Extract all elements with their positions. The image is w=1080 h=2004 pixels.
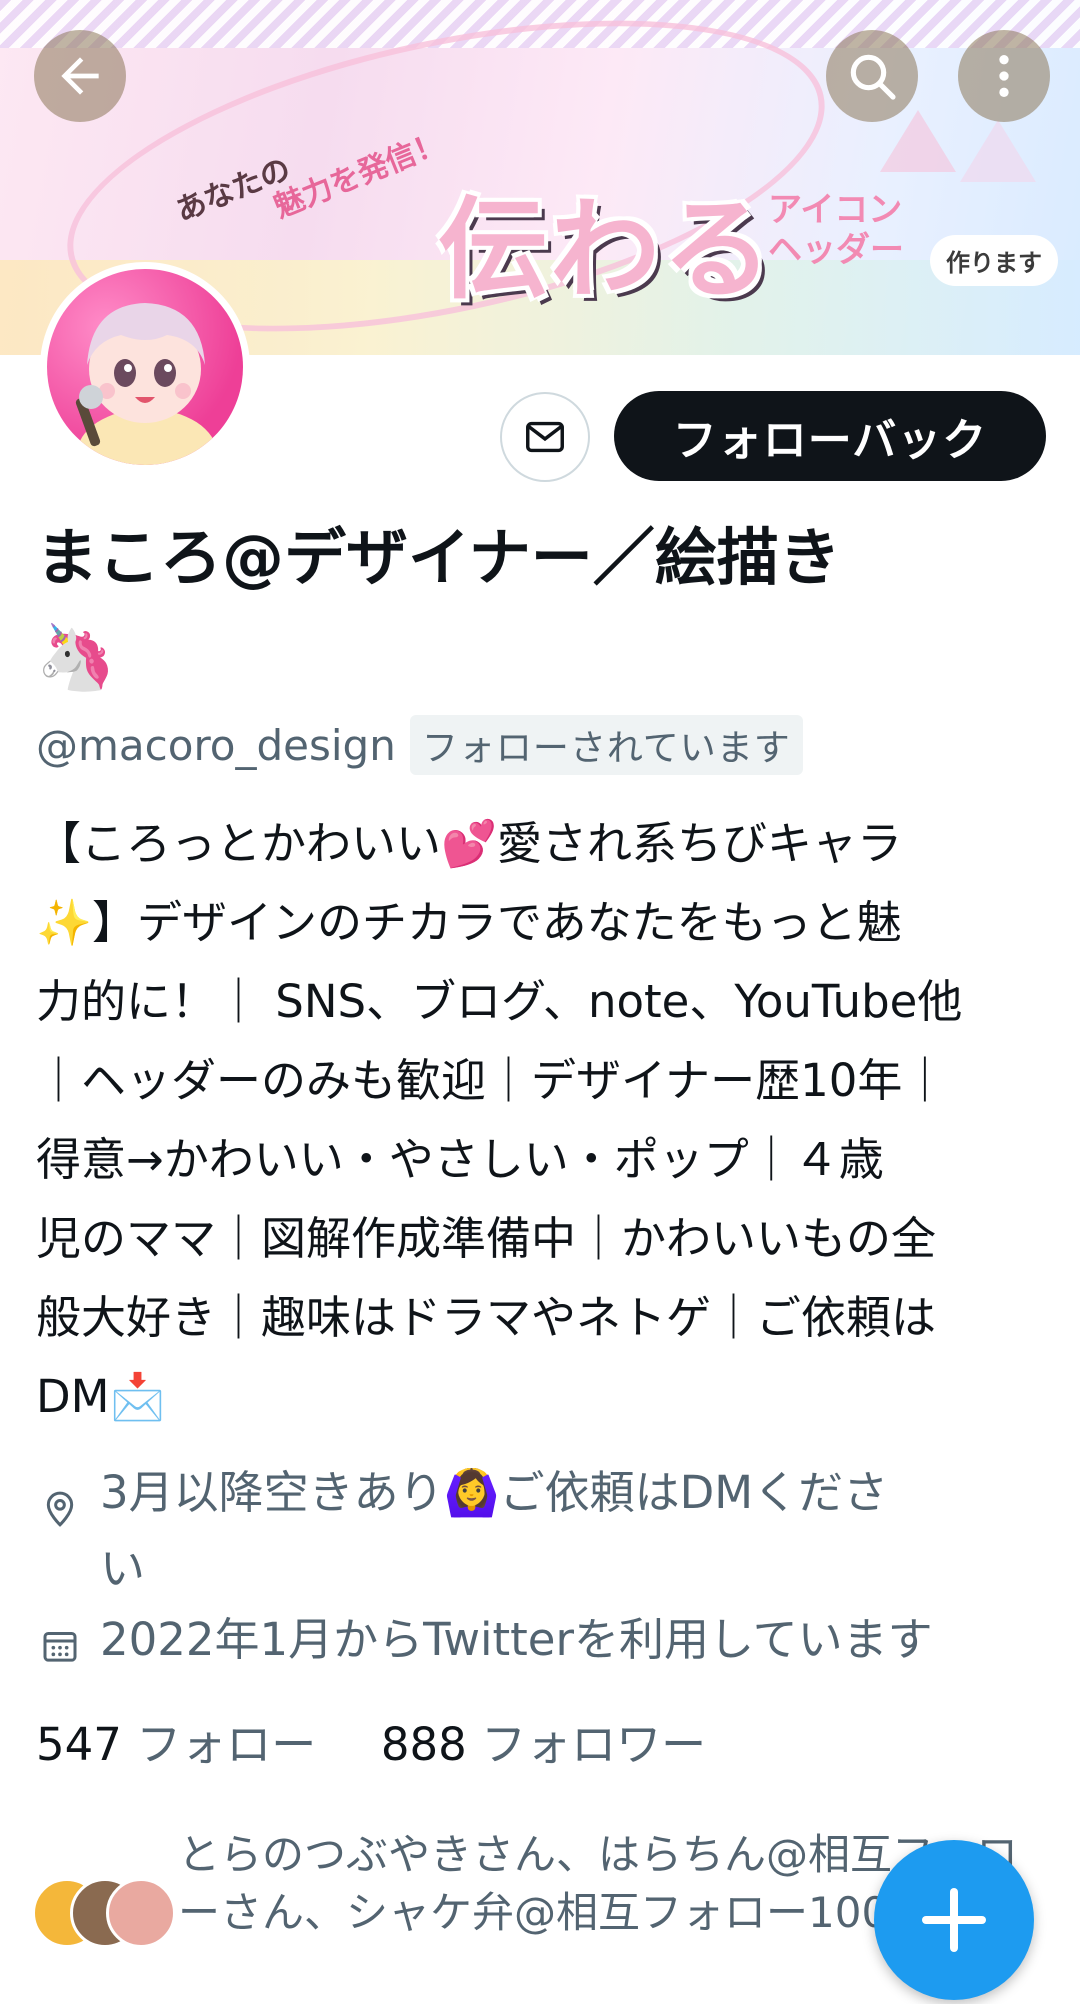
search-button[interactable] (826, 30, 918, 122)
calendar-icon (43, 1632, 77, 1662)
bio-line: ｜ヘッダーのみも歓迎｜デザイナー歴10年｜ (36, 1054, 948, 1107)
joined-text: 2022年1月からTwitterを利用しています (100, 1613, 933, 1666)
compose-button[interactable] (874, 1840, 1034, 2000)
location-text: 3月以降空きあり🙆‍♀️ご依頼はDMくださ (100, 1466, 889, 1519)
following-link[interactable]: 547 フォロー (36, 1718, 331, 1771)
location-text-cont: い (100, 1542, 146, 1595)
location-row: 3月以降空きあり🙆‍♀️ご依頼はDMくださ い (36, 1455, 888, 1607)
bio-line: 得意→かわいい・やさしい・ポップ｜４歳 (36, 1133, 884, 1186)
handle-row: @macoro_design フォローされています (36, 715, 803, 775)
banner-triangle (880, 110, 956, 172)
banner-tag: 作ります (930, 235, 1058, 286)
followers-label: フォロワー (481, 1718, 707, 1771)
bio-line: 【ころっとかわいい💕愛され系ちびキャラ (36, 817, 903, 870)
joined-row: 2022年1月からTwitterを利用しています (36, 1606, 933, 1674)
banner-headline: 伝わる (438, 186, 774, 314)
bio-line: DM📩 (36, 1370, 166, 1423)
name-emoji: 🦄 (36, 618, 116, 698)
follows-you-badge: フォローされています (409, 715, 803, 775)
following-label: フォロー (136, 1718, 317, 1771)
plus-icon (922, 1888, 986, 1952)
back-button[interactable] (34, 30, 126, 122)
banner-icon-text-1: アイコン (768, 190, 903, 230)
more-button[interactable] (958, 30, 1050, 122)
display-name: まころ@デザイナー／絵描き (36, 521, 841, 594)
bio-line: 力的に！｜ SNS、ブログ、note、YouTube他 (36, 975, 963, 1028)
mini-avatar (106, 1878, 176, 1948)
bio-line: 児のママ｜図解作成準備中｜かわいいもの全 (36, 1212, 937, 1265)
handle: @macoro_design (36, 720, 396, 770)
banner-icon-text: アイコン ヘッダー (768, 190, 904, 270)
back-arrow-icon (61, 57, 99, 95)
character-illustration (75, 303, 217, 465)
bio-line: 般大好き｜趣味はドラマやネトゲ｜ご依頼は (36, 1291, 937, 1344)
search-icon (850, 54, 896, 100)
following-count: 547 (36, 1718, 122, 1771)
follow-back-button[interactable]: フォローバック (614, 391, 1046, 481)
avatar-image (47, 269, 243, 465)
message-button[interactable] (500, 392, 590, 482)
unicorn-emoji: 🦄 (36, 621, 116, 695)
envelope-icon (526, 421, 564, 453)
banner-triangle (960, 120, 1036, 182)
location-pin-icon (46, 1491, 74, 1527)
banner-icon-text-2: ヘッダー (768, 230, 904, 270)
followers-link[interactable]: 888 フォロワー (381, 1718, 706, 1771)
follow-stats: 547 フォロー 888 フォロワー (36, 1708, 706, 1773)
bio-line: ✨】デザインのチカラであなたをもっと魅 (36, 896, 902, 949)
more-vertical-icon (999, 55, 1009, 97)
bio: 【ころっとかわいい💕愛され系ちびキャラ ✨】デザインのチカラであなたをもっと魅 … (36, 804, 1046, 1436)
followers-count: 888 (380, 1718, 467, 1771)
avatar[interactable] (40, 262, 250, 472)
